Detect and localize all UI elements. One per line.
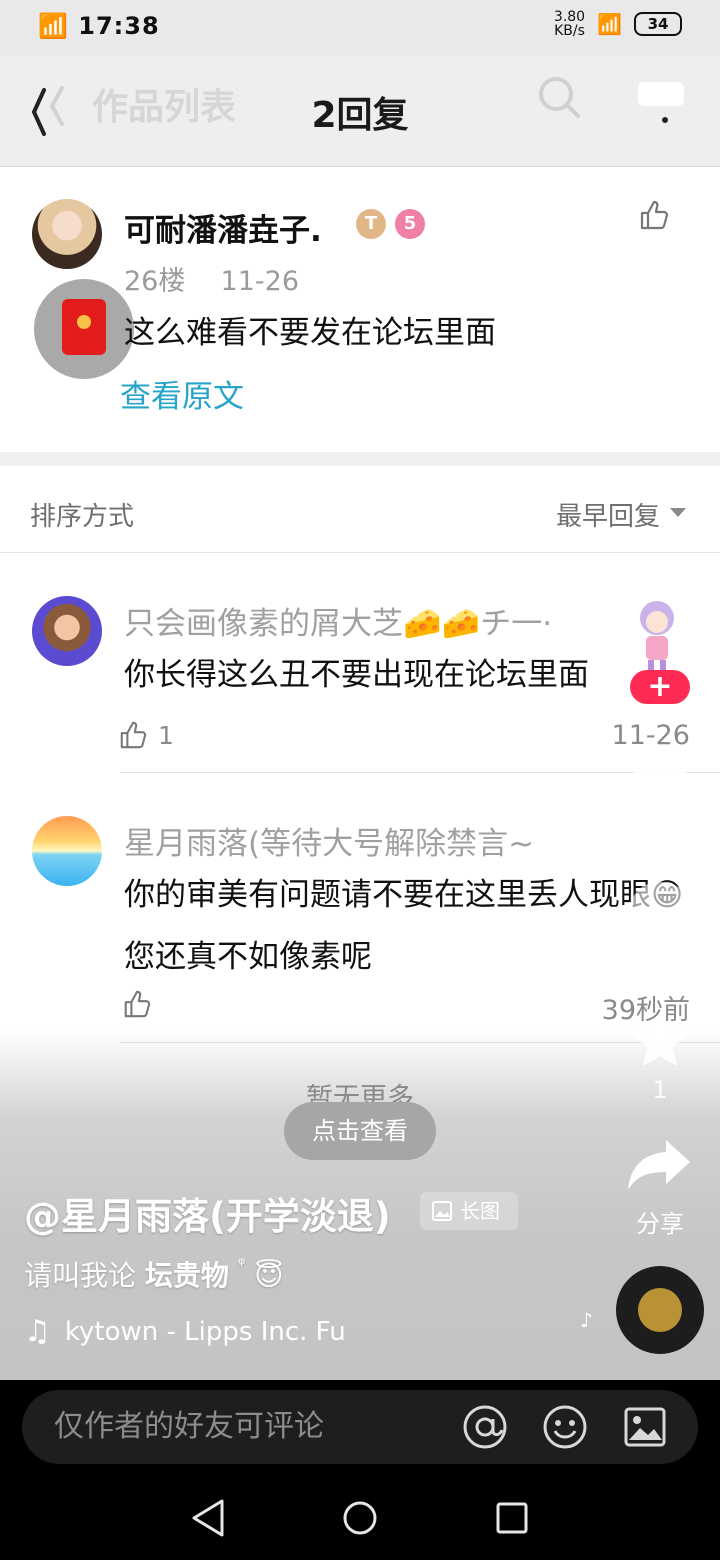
envelope-seal — [77, 315, 91, 329]
clock-text: 17:38 — [78, 12, 160, 40]
long-image-label: 长图 — [460, 1199, 500, 1223]
desc-prefix: 请叫我论 — [24, 1259, 137, 1292]
main-comment: 可耐潘潘垚子. T 5 26楼 11-26 这么难看不要发在论坛里面 查看原文 — [0, 167, 720, 452]
like-count-side: 30 — [644, 818, 676, 846]
video-description: 请叫我论 坛贵物 ᵠ 😇 — [24, 1254, 283, 1294]
comment-placeholder: 仅作者的好友可评论 — [54, 1409, 324, 1444]
main-username[interactable]: 可耐潘潘垚子. — [124, 205, 322, 250]
like-count: 1 — [158, 721, 174, 750]
heart-icon[interactable] — [628, 748, 692, 808]
reply-text: 你的审美有问题请不要在这里丢人现眼😁您还真不如像素呢 — [124, 877, 684, 975]
comment-count-side: 5 — [652, 946, 668, 974]
sort-dropdown[interactable]: 最早回复 — [556, 496, 660, 533]
desc-topic[interactable]: 坛贵物 — [145, 1259, 229, 1292]
music-title: kytown - Lipps Inc. Fu — [64, 1316, 346, 1347]
thumbs-up-icon[interactable] — [118, 720, 148, 750]
view-original-link[interactable]: 查看原文 — [120, 371, 244, 416]
status-bar: 📶 17:38 3.80 KB/s 📶 34 — [0, 0, 720, 56]
sort-label: 排序方式 — [30, 502, 135, 532]
level-badge-2: 5 — [395, 209, 425, 239]
avatar[interactable] — [32, 199, 102, 269]
floor-number: 26楼 — [124, 266, 186, 297]
comment-date: 11-26 — [220, 266, 300, 297]
search-mini-icon: ᵠ — [237, 1254, 246, 1275]
share-label: 分享 — [636, 1210, 684, 1238]
more-icon[interactable] — [636, 78, 686, 128]
image-icon — [432, 1201, 452, 1221]
author-name[interactable]: @星月雨落(开学淡退) — [24, 1186, 391, 1240]
click-view-button[interactable]: 点击查看 — [284, 1102, 436, 1160]
at-icon[interactable] — [462, 1404, 508, 1450]
music-disc[interactable] — [616, 1266, 704, 1354]
disc-cover — [638, 1288, 682, 1332]
favorite-count-side: 1 — [652, 1076, 668, 1104]
reply-username[interactable]: 星月雨落(等待大号解除禁言~ — [124, 818, 534, 863]
sticker-character-icon[interactable] — [624, 596, 690, 676]
main-meta: 26楼 11-26 — [124, 259, 299, 298]
page-title: 2回复 — [311, 95, 409, 136]
section-divider — [0, 452, 720, 466]
music-info[interactable]: ♫ kytown - Lipps Inc. Fu — [24, 1314, 346, 1349]
avatar[interactable] — [32, 596, 102, 666]
red-envelope — [62, 299, 106, 355]
long-image-tag[interactable]: 长图 — [420, 1192, 518, 1230]
header: 作品列表 2回复 — [0, 56, 720, 167]
bottom-bar: 仅作者的好友可评论 — [0, 1380, 720, 1560]
network-speed: 3.80 KB/s — [554, 10, 585, 38]
thumbs-up-icon[interactable] — [122, 989, 152, 1019]
status-right: 3.80 KB/s 📶 34 — [554, 10, 682, 38]
reply-username[interactable]: 只会画像素的屑大芝🧀🧀チ一· — [124, 598, 552, 643]
desc-emoji: 😇 — [254, 1259, 284, 1292]
status-time: 📶 17:38 — [38, 12, 160, 40]
level-badge: T — [356, 209, 386, 239]
music-note-icon: ♫ — [24, 1314, 51, 1349]
follow-plus-button[interactable]: + — [630, 670, 690, 704]
share-arrow-icon[interactable] — [626, 1136, 692, 1192]
search-icon[interactable] — [536, 74, 582, 120]
chevron-down-icon[interactable] — [670, 508, 686, 517]
thumbs-up-icon[interactable] — [638, 199, 670, 231]
wifi-icon: 📶 — [597, 12, 622, 36]
main-comment-text: 这么难看不要发在论坛里面 — [124, 315, 496, 351]
speed-unit: KB/s — [554, 23, 585, 39]
nav-home-icon[interactable] — [342, 1500, 378, 1536]
sort-bar: 排序方式 最早回复 — [0, 466, 720, 553]
avatar[interactable] — [32, 816, 102, 886]
star-icon[interactable] — [630, 1012, 690, 1068]
nav-recent-icon[interactable] — [496, 1502, 528, 1534]
red-packet-icon[interactable] — [34, 279, 134, 379]
reply-text: 你长得这么丑不要出现在论坛里面 — [124, 657, 589, 693]
nav-back-icon[interactable] — [190, 1498, 226, 1538]
comment-icon[interactable] — [628, 878, 692, 936]
signal-icon: 📶 — [38, 12, 69, 40]
emoji-icon[interactable] — [542, 1404, 588, 1450]
reply-time: 11-26 — [611, 720, 690, 751]
battery-icon: 34 — [634, 12, 682, 36]
music-note-small-icon: ♪ — [580, 1308, 593, 1332]
image-icon[interactable] — [622, 1404, 668, 1450]
comment-input[interactable]: 仅作者的好友可评论 — [22, 1390, 698, 1464]
